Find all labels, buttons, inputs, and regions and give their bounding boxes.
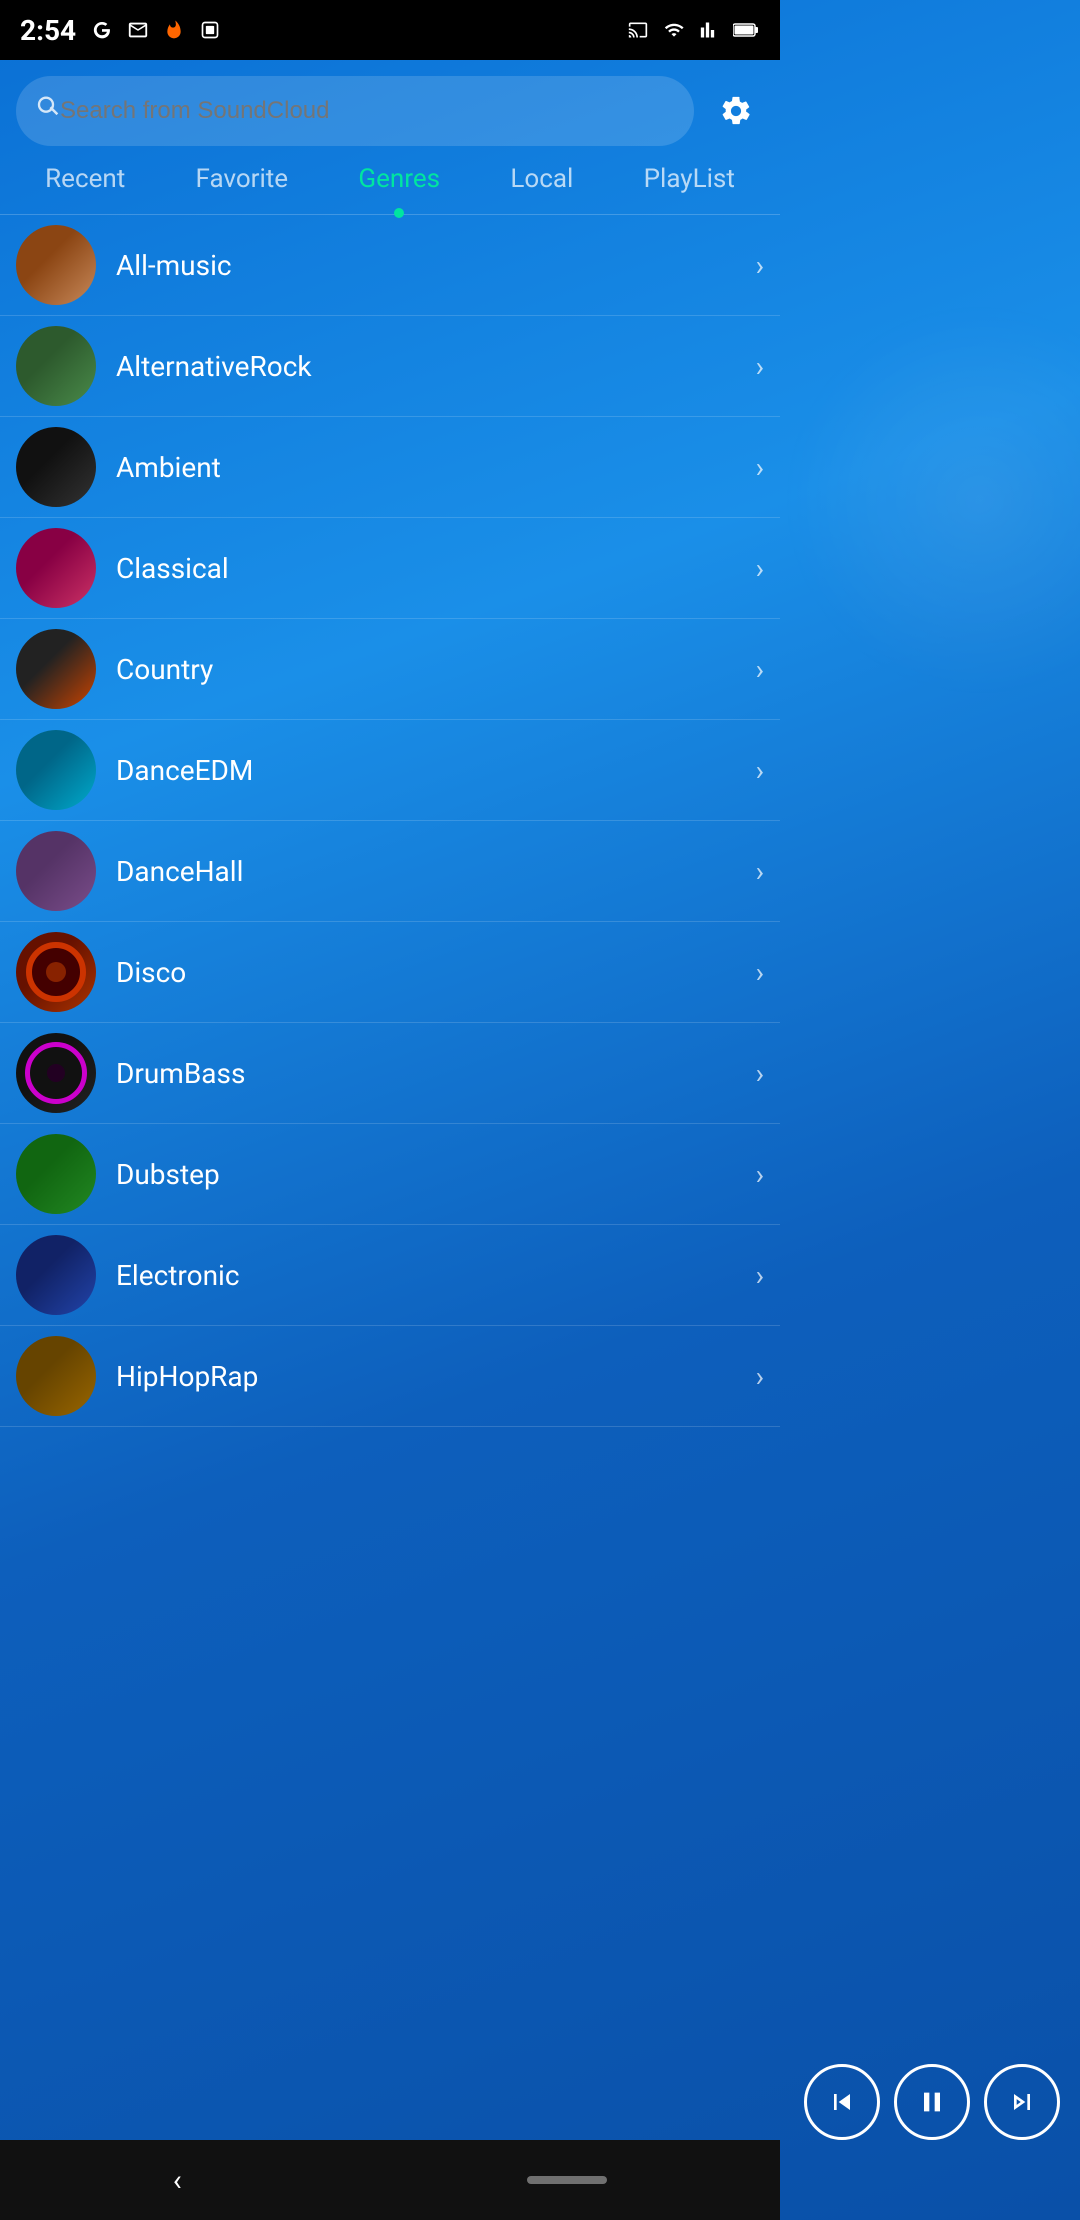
genre-chevron-classical: › [756, 552, 764, 585]
search-bar[interactable] [16, 76, 694, 146]
genre-item-alternative-rock[interactable]: AlternativeRock › [0, 316, 780, 417]
genre-avatar-all-music [16, 225, 96, 305]
status-icons [88, 16, 224, 44]
pause-button[interactable] [894, 2064, 970, 2140]
genre-name-dubstep: Dubstep [116, 1158, 756, 1191]
status-bar: 2:54 [0, 0, 780, 60]
genre-name-drum-bass: DrumBass [116, 1057, 756, 1090]
android-nav-bar: ‹ [0, 2140, 780, 2220]
genre-name-alternative-rock: AlternativeRock [116, 350, 756, 383]
genre-chevron-hiphop-rap: › [756, 1360, 764, 1393]
nav-tabs: Recent Favorite Genres Local PlayList [0, 156, 780, 215]
next-button[interactable] [984, 2064, 1060, 2140]
genre-avatar-hiphop-rap [16, 1336, 96, 1416]
search-bar-container [0, 60, 780, 156]
genre-chevron-country: › [756, 653, 764, 686]
bg-effect [780, 300, 1080, 700]
genre-list: All-music › AlternativeRock › Ambient › … [0, 215, 780, 1427]
fire-icon [160, 16, 188, 44]
google-icon [88, 16, 116, 44]
search-icon [32, 93, 60, 129]
genre-item-hiphop-rap[interactable]: HipHopRap › [0, 1326, 780, 1427]
genre-name-classical: Classical [116, 552, 756, 585]
battery-icon [732, 16, 760, 44]
status-right-icons [624, 16, 760, 44]
tab-local[interactable]: Local [498, 156, 585, 202]
genre-chevron-alternative-rock: › [756, 350, 764, 383]
player-controls [804, 2064, 1060, 2140]
genre-avatar-classical [16, 528, 96, 608]
wifi-icon [660, 16, 688, 44]
genre-avatar-country [16, 629, 96, 709]
genre-item-disco[interactable]: Disco › [0, 922, 780, 1023]
search-input[interactable] [60, 97, 678, 125]
genre-name-hiphop-rap: HipHopRap [116, 1360, 756, 1393]
genre-item-electronic[interactable]: Electronic › [0, 1225, 780, 1326]
genre-chevron-all-music: › [756, 249, 764, 282]
genre-avatar-disco [16, 932, 96, 1012]
tab-favorite[interactable]: Favorite [184, 156, 301, 202]
genre-chevron-disco: › [756, 956, 764, 989]
genre-avatar-dance-edm [16, 730, 96, 810]
genre-avatar-electronic [16, 1235, 96, 1315]
signal-icon [696, 16, 724, 44]
genre-avatar-dancehall [16, 831, 96, 911]
genre-item-drum-bass[interactable]: DrumBass › [0, 1023, 780, 1124]
genre-item-all-music[interactable]: All-music › [0, 215, 780, 316]
genre-chevron-drum-bass: › [756, 1057, 764, 1090]
genre-item-classical[interactable]: Classical › [0, 518, 780, 619]
home-indicator[interactable] [527, 2176, 607, 2184]
genre-name-disco: Disco [116, 956, 756, 989]
genre-avatar-ambient [16, 427, 96, 507]
genre-chevron-dancehall: › [756, 855, 764, 888]
genre-name-electronic: Electronic [116, 1259, 756, 1292]
genre-avatar-alternative-rock [16, 326, 96, 406]
tab-genres[interactable]: Genres [346, 156, 452, 202]
genre-name-dancehall: DanceHall [116, 855, 756, 888]
genre-name-ambient: Ambient [116, 451, 756, 484]
genre-chevron-dubstep: › [756, 1158, 764, 1191]
back-button[interactable]: ‹ [173, 2163, 182, 2198]
search-row [16, 76, 764, 146]
genre-chevron-ambient: › [756, 451, 764, 484]
settings-icon[interactable] [708, 83, 764, 139]
gmail-icon [124, 16, 152, 44]
genre-item-ambient[interactable]: Ambient › [0, 417, 780, 518]
genre-chevron-dance-edm: › [756, 754, 764, 787]
genre-name-country: Country [116, 653, 756, 686]
genre-name-dance-edm: DanceEDM [116, 754, 756, 787]
genre-avatar-dubstep [16, 1134, 96, 1214]
tab-playlist[interactable]: PlayList [632, 156, 747, 202]
genre-item-dubstep[interactable]: Dubstep › [0, 1124, 780, 1225]
genre-item-dancehall[interactable]: DanceHall › [0, 821, 780, 922]
genre-item-dance-edm[interactable]: DanceEDM › [0, 720, 780, 821]
genre-name-all-music: All-music [116, 249, 756, 282]
prev-button[interactable] [804, 2064, 880, 2140]
cast-icon [624, 16, 652, 44]
status-time: 2:54 [20, 14, 76, 47]
genre-chevron-electronic: › [756, 1259, 764, 1292]
app-icon [196, 16, 224, 44]
genre-item-country[interactable]: Country › [0, 619, 780, 720]
tab-recent[interactable]: Recent [33, 156, 137, 202]
genre-avatar-drum-bass [16, 1033, 96, 1113]
